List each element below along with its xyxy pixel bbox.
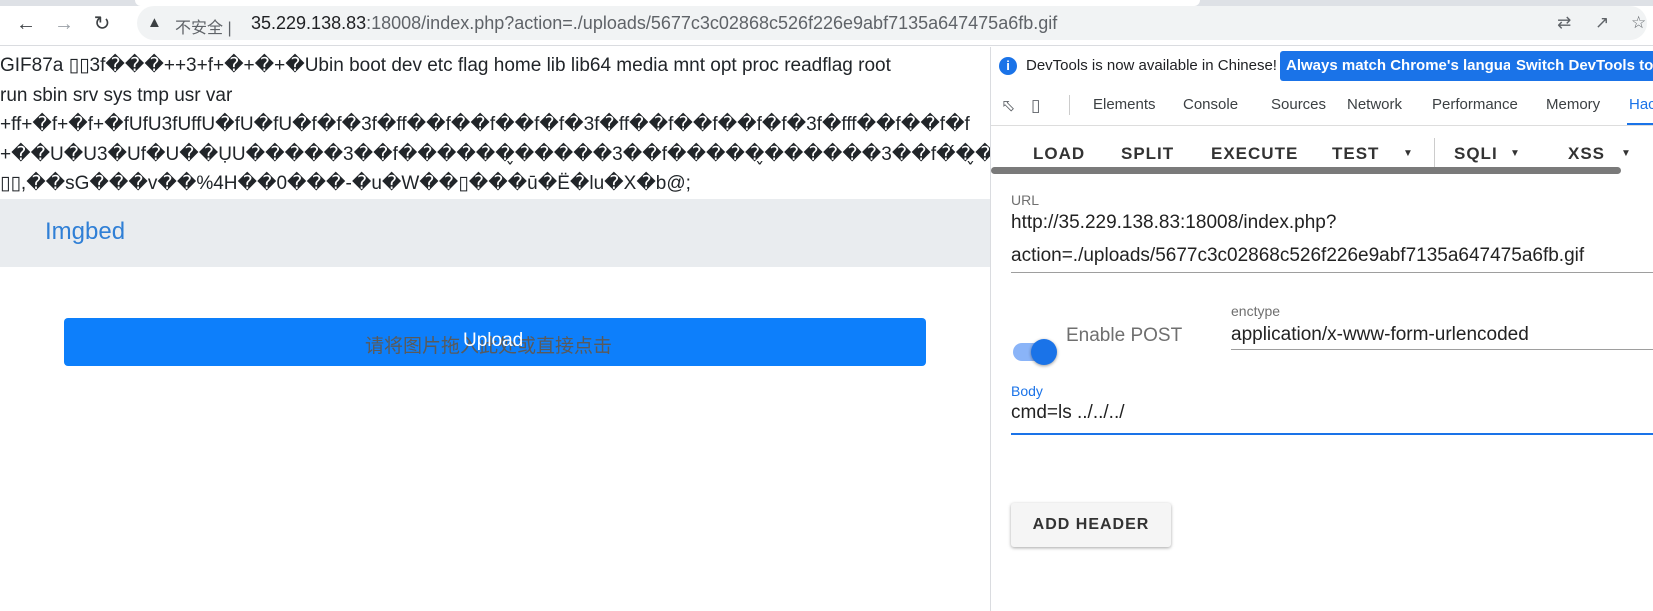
inspect-element-icon[interactable]: ⬁ [1001, 96, 1015, 116]
load-button[interactable]: LOAD [1033, 144, 1085, 164]
body-field-underline [1011, 433, 1653, 435]
site-navbar: Imgbed [0, 199, 990, 267]
add-header-button[interactable]: ADD HEADER [1011, 503, 1171, 547]
tab-sources[interactable]: Sources [1271, 96, 1326, 113]
page-viewport: GIF87a ▯▯3f���++3+f+�+�+�Ubin boot dev e… [0, 47, 990, 611]
always-match-language-button[interactable]: Always match Chrome's language [1280, 51, 1535, 81]
upload-button[interactable]: 请将图片拖入此处或直接点击 Upload [64, 318, 926, 366]
enctype-underline [1231, 349, 1653, 350]
browser-toolbar: ← → ↻ ▲ 不安全 | 35.229.138.83:18008/index.… [0, 0, 1653, 46]
execute-button[interactable]: EXECUTE [1211, 144, 1298, 164]
sqli-caret-icon[interactable]: ▼ [1510, 148, 1520, 159]
url-text[interactable]: 35.229.138.83:18008/index.php?action=./u… [251, 13, 1057, 34]
dump-line: ▯▯,��sG���v��%4H��0���-�u�W��▯���ū�Ë�lu�… [0, 173, 691, 194]
toggle-knob[interactable] [1031, 339, 1057, 365]
tab-network[interactable]: Network [1347, 96, 1402, 113]
upload-label: Upload [463, 330, 524, 351]
enable-post-label: Enable POST [1066, 325, 1183, 346]
url-field-line2[interactable]: action=./uploads/5677c3c02868c526f226e9a… [1011, 245, 1584, 267]
test-caret-icon[interactable]: ▼ [1403, 148, 1413, 159]
gif-raw-output: GIF87a ▯▯3f���++3+f+�+�+�Ubin boot dev e… [0, 51, 990, 199]
translate-icon[interactable]: ⇄ [1557, 13, 1571, 33]
url-label: URL [1011, 192, 1040, 208]
switch-devtools-language-button[interactable]: Switch DevTools to [1510, 51, 1653, 81]
reload-icon[interactable]: ↻ [90, 12, 114, 36]
xss-dropdown[interactable]: XSS [1568, 144, 1605, 164]
tab-memory[interactable]: Memory [1546, 96, 1600, 113]
bookmark-star-icon[interactable]: ☆ [1631, 13, 1646, 33]
dump-line: +ff+�f+�f+�fUfU3fUffU�fU�fU�f�f�3f�ff��f… [0, 114, 970, 135]
url-field-underline [1011, 272, 1653, 273]
enable-post-toggle[interactable] [1013, 339, 1057, 365]
tab-hackbar[interactable]: Hac [1629, 96, 1653, 113]
split-button[interactable]: SPLIT [1121, 144, 1174, 164]
tab-elements[interactable]: Elements [1093, 96, 1156, 113]
body-label: Body [1011, 383, 1043, 399]
dump-line: +��U�U3�Uf�U��ỤU�����3��f������̬�����3�… [0, 143, 990, 165]
infobar-message: DevTools is now available in Chinese! [1026, 57, 1277, 74]
url-host: 35.229.138.83 [251, 13, 367, 33]
xss-caret-icon[interactable]: ▼ [1621, 148, 1631, 159]
back-arrow-icon[interactable]: ← [14, 12, 38, 36]
test-dropdown[interactable]: TEST [1332, 144, 1379, 164]
dump-line: run sbin srv sys tmp usr var [0, 84, 233, 106]
device-toolbar-icon[interactable]: ▯ [1031, 96, 1040, 116]
enctype-label: enctype [1231, 303, 1281, 319]
security-label: 不安全 | [175, 20, 232, 37]
active-tab-indicator [1627, 123, 1653, 125]
warning-icon[interactable]: ▲ [147, 14, 162, 31]
dump-line: GIF87a ▯▯3f���++3+f+�+�+�Ubin boot dev e… [0, 55, 891, 76]
security-label-text: 不安全 [175, 20, 224, 37]
info-icon: i [999, 57, 1017, 75]
tab-console[interactable]: Console [1183, 96, 1238, 113]
address-bar[interactable]: ▲ 不安全 | 35.229.138.83:18008/index.php?ac… [137, 6, 1647, 40]
enctype-select[interactable]: application/x-www-form-urlencoded [1231, 324, 1529, 346]
share-icon[interactable]: ↗ [1595, 13, 1609, 33]
brand-link[interactable]: Imgbed [45, 218, 125, 246]
body-field[interactable]: cmd=ls ../../../ [1011, 402, 1125, 424]
url-field-line1[interactable]: http://35.229.138.83:18008/index.php? [1011, 212, 1336, 234]
language-infobar: i DevTools is now available in Chinese! … [991, 47, 1653, 86]
forward-arrow-icon[interactable]: → [52, 12, 76, 36]
devtools-panel: i DevTools is now available in Chinese! … [990, 47, 1653, 611]
url-path: :18008/index.php?action=./uploads/5677c3… [366, 13, 1058, 33]
tab-performance[interactable]: Performance [1432, 96, 1518, 113]
sqli-dropdown[interactable]: SQLI [1454, 144, 1498, 164]
devtools-tabbar: ⬁ ▯ Elements Console Sources Network Per… [991, 85, 1653, 126]
hackbar-scrollbar[interactable] [991, 167, 1621, 174]
tab-divider [1069, 95, 1070, 115]
